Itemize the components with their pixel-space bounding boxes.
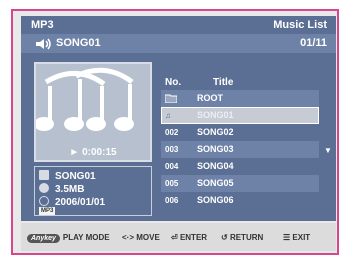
return-hint: ↺ RETURN: [221, 233, 264, 242]
info-name: SONG01: [39, 170, 96, 183]
play-mode-hint: Anykey PLAY MODE: [27, 233, 110, 243]
disc-icon: [39, 183, 49, 193]
album-art: ► 0:00:15: [34, 62, 152, 162]
now-playing-bar: SONG01 01/11: [21, 34, 336, 53]
note-icon: ♫: [165, 111, 171, 120]
music-list-screen: MP3 Music List SONG01 01/11 ► 0:00:15 SO…: [21, 16, 336, 221]
music-notes-icon: [36, 64, 150, 160]
track-counter: 01/11: [300, 37, 327, 49]
track-list: ROOT ♫ SONG01 002 SONG02 003 SONG03 004 SON…: [161, 90, 319, 209]
list-item[interactable]: 003 SONG03: [161, 141, 319, 158]
exit-hint: ☰ EXIT: [283, 233, 311, 242]
info-size: 3.5MB: [39, 183, 84, 196]
anykey-button-icon: Anykey: [27, 234, 60, 243]
menu-icon: ☰: [283, 233, 291, 242]
move-icon: <·>: [122, 233, 135, 242]
title-bar: MP3 Music List: [21, 16, 336, 34]
col-header-title: Title: [213, 77, 234, 88]
list-item-root[interactable]: ROOT: [161, 90, 319, 107]
format-badge: MP3: [39, 207, 56, 215]
speaker-icon: [36, 38, 51, 50]
list-item[interactable]: 002 SONG02: [161, 124, 319, 141]
list-item[interactable]: 005 SONG05: [161, 175, 319, 192]
list-item[interactable]: 004 SONG04: [161, 158, 319, 175]
play-time: ► 0:00:15: [69, 147, 117, 158]
clock-icon: [39, 196, 49, 206]
now-playing-title: SONG01: [56, 37, 101, 49]
move-hint: <·> MOVE: [122, 233, 160, 242]
list-item[interactable]: 006 SONG06: [161, 192, 319, 209]
list-title: Music List: [273, 19, 327, 31]
return-icon: ↺: [221, 233, 228, 242]
note-icon: [39, 170, 49, 180]
list-item-selected[interactable]: ♫ SONG01: [161, 107, 319, 124]
mode-label: MP3: [31, 19, 54, 31]
enter-hint: ⏎ ENTER: [171, 233, 208, 242]
col-header-no: No.: [165, 77, 182, 88]
help-bar: Anykey PLAY MODE <·> MOVE ⏎ ENTER ↺ RETUR…: [21, 223, 336, 251]
folder-icon: [164, 94, 181, 105]
enter-icon: ⏎: [171, 233, 178, 242]
track-info-panel: SONG01 3.5MB 2006/01/01 MP3: [34, 166, 152, 216]
scroll-down-icon[interactable]: ▼: [324, 146, 332, 155]
